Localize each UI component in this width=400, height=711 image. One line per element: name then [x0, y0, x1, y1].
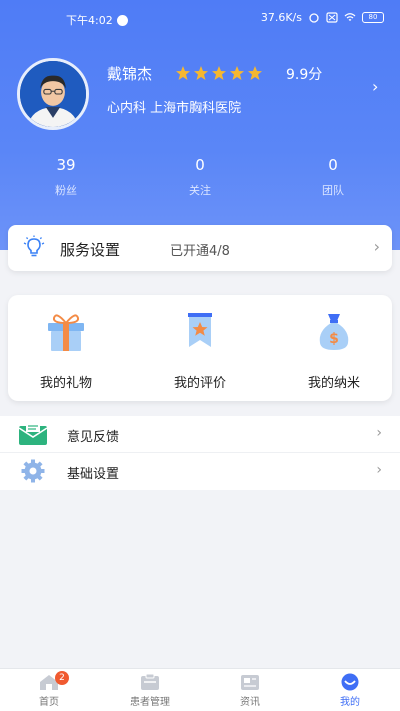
stat-value: 0: [195, 156, 205, 174]
my-gifts-button[interactable]: 我的礼物: [11, 309, 121, 391]
rating-score: 9.9分: [286, 67, 323, 83]
gear-icon: [21, 459, 45, 483]
chevron-right-icon: ›: [373, 237, 380, 256]
alarm-icon: [309, 13, 319, 23]
my-reviews-button[interactable]: 我的评价: [145, 309, 255, 391]
rating-stars: [175, 65, 263, 81]
chevron-right-icon: ›: [376, 425, 382, 441]
stat-team[interactable]: 0 团队: [293, 156, 373, 198]
chevron-right-icon[interactable]: ›: [372, 77, 378, 96]
money-bag-icon: $: [319, 314, 349, 350]
star-icon: [212, 66, 226, 80]
stat-fans[interactable]: 39 粉丝: [26, 156, 106, 198]
menu-item-feedback[interactable]: 意见反馈 ›: [0, 416, 400, 453]
gift-icon: [48, 314, 84, 351]
avatar[interactable]: [17, 58, 89, 130]
quick-actions-card: 我的礼物 我的评价 $ 我的纳米: [8, 295, 392, 401]
battery-icon: 80: [362, 12, 384, 23]
stat-value: 0: [328, 156, 338, 174]
my-nano-button[interactable]: $ 我的纳米: [279, 309, 389, 391]
doctor-name: 戴锦杰: [107, 65, 153, 83]
star-icon: [248, 66, 262, 80]
status-icons: 37.6K/s 80: [261, 11, 384, 24]
doctor-department: 心内科 上海市胸科医院: [107, 101, 242, 116]
star-icon: [176, 66, 190, 80]
my-gifts-label: 我的礼物: [39, 376, 92, 391]
stat-label: 粉丝: [55, 184, 77, 197]
stat-label: 团队: [322, 184, 344, 197]
tab-patient-management[interactable]: 患者管理: [115, 673, 185, 708]
my-reviews-label: 我的评价: [173, 376, 226, 391]
profile-card[interactable]: 戴锦杰 9.9分 心内科 上海市胸科医院 ›: [0, 55, 400, 130]
review-bookmark-icon: [188, 313, 212, 347]
bottom-tab-bar: 首页 2 患者管理 资讯 我的: [0, 668, 400, 711]
profile-icon: [341, 673, 359, 691]
my-nano-label: 我的纳米: [307, 376, 360, 391]
status-bar: 下午4:02 37.6K/s 80: [0, 0, 400, 36]
network-speed: 37.6K/s: [260, 11, 302, 24]
no-sim-icon: [326, 12, 338, 23]
svg-text:$: $: [329, 331, 339, 347]
basic-settings-label: 基础设置: [67, 467, 120, 482]
tab-news-label: 资讯: [240, 697, 260, 708]
menu-item-basic-settings[interactable]: 基础设置 ›: [0, 453, 400, 490]
status-time-text: 下午4:02: [66, 14, 113, 27]
feedback-envelope-icon: [18, 423, 48, 445]
stat-label: 关注: [189, 184, 211, 197]
tab-news[interactable]: 资讯: [215, 673, 285, 708]
lightbulb-icon: [23, 235, 45, 257]
feedback-label: 意见反馈: [67, 430, 120, 445]
doctor-avatar-icon: [20, 61, 86, 127]
service-settings-card[interactable]: 服务设置 已开通4/8 ›: [8, 225, 392, 271]
status-time: 下午4:02: [66, 12, 128, 28]
star-icon: [230, 66, 244, 80]
tab-patient-management-label: 患者管理: [130, 697, 170, 708]
stat-value: 39: [56, 156, 76, 174]
tab-mine[interactable]: 我的: [315, 673, 385, 708]
tab-mine-label: 我的: [340, 697, 360, 708]
news-icon: [241, 675, 259, 690]
service-settings-title: 服务设置: [60, 241, 121, 259]
patients-icon: [141, 673, 159, 690]
home-notification-badge: 2: [55, 671, 69, 685]
tab-home[interactable]: 首页 2: [14, 671, 84, 708]
service-settings-status: 已开通4/8: [170, 244, 230, 259]
chevron-right-icon: ›: [376, 462, 382, 478]
tab-home-label: 首页: [39, 697, 59, 708]
settings-menu: 意见反馈 › 基础设置 ›: [0, 416, 400, 490]
star-icon: [194, 66, 208, 80]
profile-stats: 39 粉丝 0 关注 0 团队: [0, 156, 400, 206]
stat-following[interactable]: 0 关注: [160, 156, 240, 198]
wifi-icon: [344, 13, 356, 21]
notification-dot-icon: [116, 14, 128, 26]
